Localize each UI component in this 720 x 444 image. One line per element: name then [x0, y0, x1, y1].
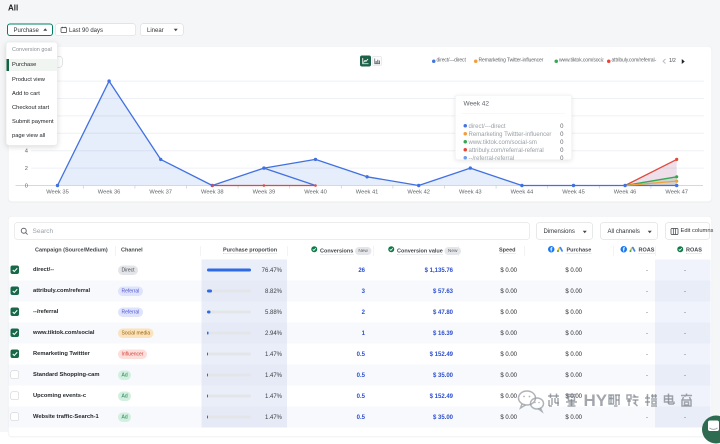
svg-text:0: 0: [25, 184, 28, 190]
svg-text:Week 38: Week 38: [201, 189, 224, 195]
svg-text:Week 43: Week 43: [459, 189, 482, 195]
svg-text:Week 36: Week 36: [98, 189, 121, 195]
svg-text:4: 4: [25, 149, 29, 155]
svg-text:HY: HY: [584, 391, 608, 410]
svg-text:Week 45: Week 45: [562, 189, 585, 195]
svg-text:Week 39: Week 39: [253, 189, 276, 195]
svg-text:2: 2: [25, 166, 28, 172]
svg-text:Week 44: Week 44: [511, 189, 534, 195]
svg-text:Week 47: Week 47: [665, 189, 688, 195]
svg-text:Week 37: Week 37: [149, 189, 172, 195]
svg-text:Week 42: Week 42: [407, 189, 430, 195]
svg-text:Week 40: Week 40: [304, 189, 327, 195]
svg-text:Week 35: Week 35: [46, 189, 69, 195]
svg-text:Week 46: Week 46: [614, 189, 637, 195]
svg-text:Week 41: Week 41: [356, 189, 379, 195]
